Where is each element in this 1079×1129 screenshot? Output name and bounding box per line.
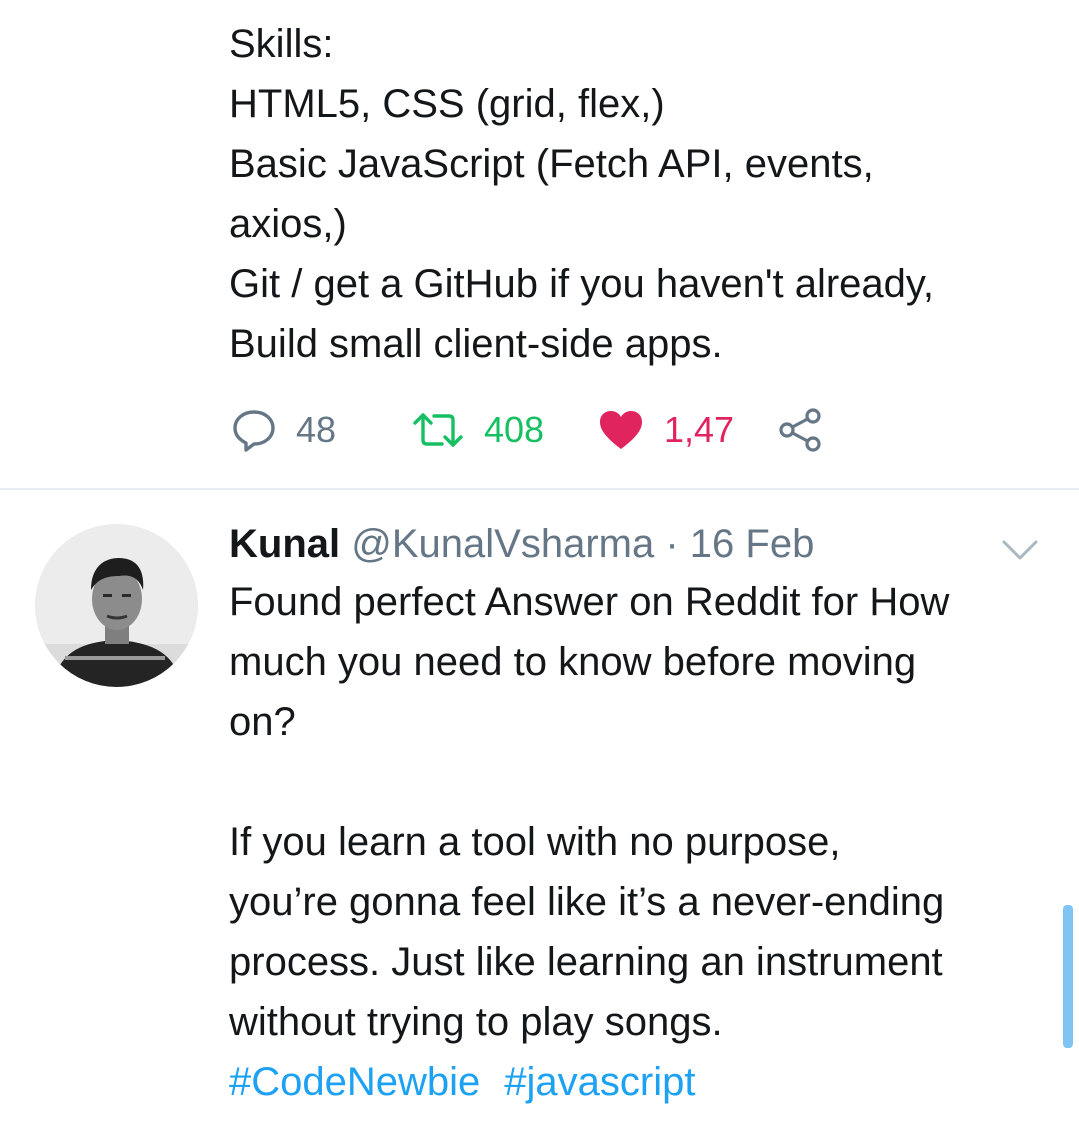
hashtag-row: #CodeNewbie #javascript [229,1052,1049,1112]
tweet-date[interactable]: 16 Feb [690,522,815,566]
reply-button[interactable]: 48 [232,400,336,460]
hashtag-link[interactable]: #javascript [504,1060,695,1104]
user-name[interactable]: Kunal [229,522,340,566]
tweet-line: you’re gonna feel like it’s a never-endi… [229,880,945,924]
avatar[interactable] [35,524,198,687]
like-icon [600,411,642,449]
tweet-header: Kunal @KunalVsharma · 16 Feb [229,514,1029,574]
share-icon [779,408,821,452]
chevron-down-icon[interactable] [1000,530,1040,570]
tweet-line: Git / get a GitHub if you haven't alread… [229,262,935,306]
like-button[interactable]: 1,47 [598,400,734,460]
retweet-button[interactable]: 408 [412,400,544,460]
reply-icon [233,410,275,452]
tweet-actions: 48 408 1,47 [232,400,852,460]
tweet-line: process. Just like learning an instrumen… [229,940,943,984]
tweet-line: If you learn a tool with no purpose, [229,820,841,864]
user-handle[interactable]: @KunalVsharma [351,522,654,566]
retweet-icon [413,413,463,447]
tweet-line: axios,) [229,202,347,246]
tweet-line: without trying to play songs. [229,1000,723,1044]
tweet-line: Found perfect Answer on Reddit for How [229,580,950,624]
tweet-line: Skills: [229,22,334,66]
hashtag-link[interactable]: #CodeNewbie [229,1060,480,1104]
retweet-count: 408 [484,409,545,450]
tweet-line: HTML5, CSS (grid, flex,) [229,82,665,126]
tweet-divider [0,488,1079,490]
tweet-text: Skills: HTML5, CSS (grid, flex,) Basic J… [229,14,1049,374]
tweet-line: much you need to know before moving [229,640,917,684]
scrollbar-thumb[interactable] [1063,905,1073,1048]
separator-dot: · [665,522,679,566]
avatar-photo [35,524,198,687]
tweet-line: on? [229,700,296,744]
tweet-text: Found perfect Answer on Reddit for How m… [229,572,1049,1112]
share-button[interactable] [778,400,824,460]
like-count: 1,47 [664,409,735,450]
reply-count: 48 [296,409,337,450]
tweet-line: Basic JavaScript (Fetch API, events, [229,142,874,186]
tweet-line: Build small client-side apps. [229,322,723,366]
